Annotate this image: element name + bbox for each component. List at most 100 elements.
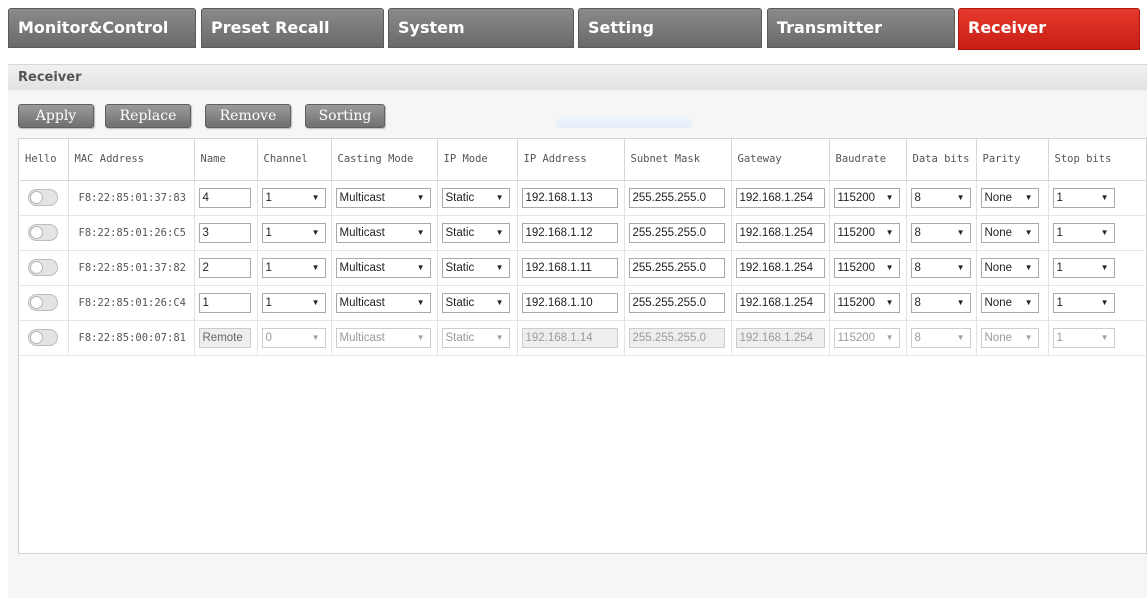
dropdown-arrow-icon: ▼ [495,227,504,237]
dropdown-arrow-icon: ▼ [1024,262,1033,272]
replace-button[interactable]: Replace [105,104,191,128]
parity-value: None [984,296,1013,309]
data-bits-select[interactable]: 8 ▼ [910,257,971,278]
gateway-input[interactable]: 192.168.1.254 [735,187,825,208]
col-ip-mode: IP Mode [437,139,518,181]
parity-select[interactable]: None ▼ [980,222,1039,243]
parity-value: None [984,191,1013,204]
subnet-mask-input[interactable]: 255.255.255.0 [628,257,725,278]
casting-mode-select: Multicast ▼ [335,327,431,348]
dropdown-arrow-icon: ▼ [1100,262,1109,272]
parity-select: None ▼ [980,327,1039,348]
channel-value: 1 [265,226,272,239]
ip-address-input[interactable]: 192.168.1.10 [521,292,618,313]
channel-select[interactable]: 1 ▼ [261,187,326,208]
gateway-input[interactable]: 192.168.1.254 [735,292,825,313]
subnet-mask-input[interactable]: 255.255.255.0 [628,187,725,208]
col-gateway: Gateway [731,139,830,181]
tab-system[interactable]: System [388,8,574,48]
casting-mode-select[interactable]: Multicast ▼ [335,292,431,313]
ip-mode-select[interactable]: Static ▼ [441,222,510,243]
col-baudrate: Baudrate [829,139,907,181]
baudrate-select[interactable]: 115200 ▼ [833,257,900,278]
hello-toggle[interactable] [28,294,58,311]
hello-toggle[interactable] [28,329,58,346]
stop-bits-select[interactable]: 1 ▼ [1052,187,1115,208]
data-bits-select[interactable]: 8 ▼ [910,222,971,243]
ip-address-input[interactable]: 192.168.1.11 [521,257,618,278]
hello-toggle[interactable] [28,259,58,276]
table-header-row: Hello MAC Address Name Channel Casting M… [19,139,1147,181]
ip-mode-select: Static ▼ [441,327,510,348]
toggle-knob [30,261,43,274]
channel-select[interactable]: 1 ▼ [261,222,326,243]
dropdown-arrow-icon: ▼ [885,297,894,307]
name-input[interactable]: 2 [198,257,251,278]
name-input[interactable]: 3 [198,222,251,243]
casting-mode-value: Multicast [339,331,385,344]
stop-bits-select[interactable]: 1 ▼ [1052,257,1115,278]
dropdown-arrow-icon: ▼ [956,262,965,272]
tab-monitor-control[interactable]: Monitor&Control [8,8,196,48]
parity-select[interactable]: None ▼ [980,292,1039,313]
col-subnet-mask: Subnet Mask [624,139,732,181]
data-bits-value: 8 [914,191,921,204]
apply-button[interactable]: Apply [18,104,94,128]
dropdown-arrow-icon: ▼ [311,297,320,307]
table-row: F8:22:85:01:26:C4 1 1 ▼ Multicast ▼ Static… [19,285,1147,321]
casting-mode-select[interactable]: Multicast ▼ [335,222,431,243]
hello-toggle[interactable] [28,189,58,206]
ip-address-input[interactable]: 192.168.1.12 [521,222,618,243]
col-casting-mode: Casting Mode [331,139,438,181]
casting-mode-select[interactable]: Multicast ▼ [335,257,431,278]
ip-mode-select[interactable]: Static ▼ [441,257,510,278]
stop-bits-value: 1 [1056,226,1063,239]
dropdown-arrow-icon: ▼ [416,262,425,272]
data-bits-select[interactable]: 8 ▼ [910,187,971,208]
ip-address-input: 192.168.1.14 [521,327,618,348]
parity-select[interactable]: None ▼ [980,187,1039,208]
channel-select[interactable]: 1 ▼ [261,292,326,313]
tab-transmitter[interactable]: Transmitter [767,8,955,48]
baudrate-select[interactable]: 115200 ▼ [833,187,900,208]
channel-value: 1 [265,296,272,309]
col-mac-address: MAC Address [68,139,195,181]
casting-mode-select[interactable]: Multicast ▼ [335,187,431,208]
channel-select[interactable]: 1 ▼ [261,257,326,278]
ip-mode-select[interactable]: Static ▼ [441,292,510,313]
baudrate-value: 115200 [837,296,876,309]
ip-address-input[interactable]: 192.168.1.13 [521,187,618,208]
name-input[interactable]: 4 [198,187,251,208]
stop-bits-value: 1 [1056,191,1063,204]
gateway-input[interactable]: 192.168.1.254 [735,257,825,278]
dropdown-arrow-icon: ▼ [1024,227,1033,237]
dropdown-arrow-icon: ▼ [956,297,965,307]
table-row: F8:22:85:01:26:C5 3 1 ▼ Multicast ▼ Static… [19,215,1147,251]
ip-mode-select[interactable]: Static ▼ [441,187,510,208]
dropdown-arrow-icon: ▼ [1100,227,1109,237]
subnet-mask-input: 255.255.255.0 [628,327,725,348]
col-hello: Hello [19,139,69,181]
sorting-button[interactable]: Sorting [305,104,385,128]
gateway-input[interactable]: 192.168.1.254 [735,222,825,243]
baudrate-select[interactable]: 115200 ▼ [833,292,900,313]
data-bits-select[interactable]: 8 ▼ [910,292,971,313]
tab-receiver[interactable]: Receiver [958,8,1140,50]
baudrate-select[interactable]: 115200 ▼ [833,222,900,243]
hello-toggle[interactable] [28,224,58,241]
tab-setting[interactable]: Setting [578,8,762,48]
subnet-mask-input[interactable]: 255.255.255.0 [628,222,725,243]
dropdown-arrow-icon: ▼ [311,192,320,202]
channel-select: 0 ▼ [261,327,326,348]
stop-bits-select[interactable]: 1 ▼ [1052,292,1115,313]
tab-preset-recall[interactable]: Preset Recall [201,8,384,48]
stop-bits-select[interactable]: 1 ▼ [1052,222,1115,243]
subnet-mask-input[interactable]: 255.255.255.0 [628,292,725,313]
remove-button[interactable]: Remove [205,104,291,128]
mac-address: F8:22:85:01:26:C5 [78,226,186,239]
dropdown-arrow-icon: ▼ [416,227,425,237]
parity-select[interactable]: None ▼ [980,257,1039,278]
baudrate-select: 115200 ▼ [833,327,900,348]
channel-value: 1 [265,261,272,274]
name-input[interactable]: 1 [198,292,251,313]
